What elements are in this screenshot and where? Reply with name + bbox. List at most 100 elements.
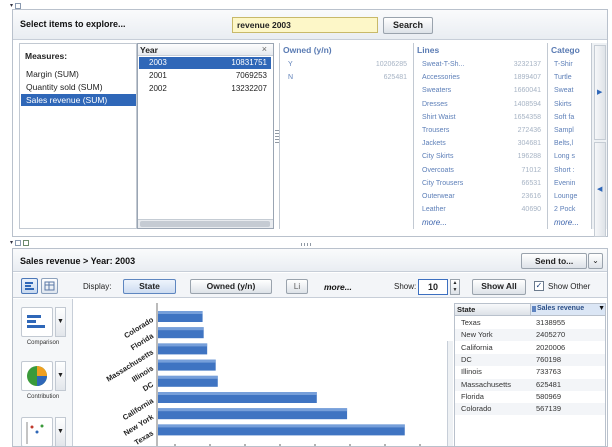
year-horizontal-scrollbar[interactable] — [138, 219, 273, 228]
table-header-sales-revenue[interactable]: Sales revenue ▼ — [530, 304, 605, 315]
show-count-stepper[interactable]: ▲ ▼ — [450, 279, 460, 295]
facet-row-label[interactable]: Overcoats — [422, 165, 454, 177]
lines-facet-title[interactable]: Lines — [417, 45, 439, 55]
facet-row-label[interactable]: Sweaters — [422, 85, 451, 97]
search-input[interactable] — [232, 17, 378, 33]
maximize-icon[interactable] — [15, 240, 22, 246]
table-row[interactable]: New York 2405270 — [455, 329, 605, 342]
chart-view-button[interactable] — [21, 278, 38, 294]
table-cell-state: Massachusetts — [461, 379, 512, 389]
bar-chart-area: Colorado Florida Massachusetts Illinois DC Ca… — [74, 299, 449, 446]
table-scrollbar[interactable] — [447, 341, 453, 446]
category-facet-title[interactable]: Catego — [551, 45, 580, 55]
show-count-input[interactable]: 10 — [418, 279, 448, 295]
scatter-chart-icon — [26, 422, 44, 444]
facet-row-label[interactable]: Y — [288, 59, 293, 71]
measure-item-margin[interactable]: Margin (SUM) — [21, 68, 136, 80]
scroll-left-button[interactable]: ◀ — [594, 142, 606, 237]
facet-row-value: 71012 — [521, 166, 541, 174]
facet-row-label[interactable]: N — [288, 72, 293, 84]
show-other-checkbox[interactable]: ✓ — [534, 281, 544, 291]
contribution-chart-button[interactable] — [21, 361, 53, 391]
display-state-button[interactable]: State — [123, 279, 176, 294]
facet-row-value: 272436 — [517, 127, 541, 134]
year-row[interactable]: 2003 10831751 — [139, 57, 271, 69]
facet-row-label[interactable]: T-Shir — [554, 59, 573, 71]
facet-row-label[interactable]: Sweat — [554, 85, 573, 97]
scatter-chart-button[interactable] — [21, 417, 53, 446]
facet-row-label[interactable]: Accessories — [422, 72, 460, 84]
maximize-icon[interactable] — [15, 2, 22, 9]
facet-row-label[interactable]: Long s — [554, 151, 575, 163]
table-row[interactable]: California 2020006 — [455, 342, 605, 354]
facet-row-label[interactable]: City Skirts — [422, 151, 454, 163]
table-row[interactable]: Colorado 567139 — [455, 403, 605, 416]
panel-resize-grip[interactable] — [301, 243, 313, 246]
table-row[interactable]: Florida 580969 — [455, 391, 605, 403]
facet-row-label[interactable]: Belts,l — [554, 138, 573, 150]
facet-row-label[interactable]: City Trousers — [422, 178, 463, 190]
facet-row-label[interactable]: Trousers — [422, 125, 449, 137]
comparison-dropdown[interactable]: ▼ — [55, 307, 66, 337]
facet-row-value: 1660041 — [513, 87, 541, 95]
facet-row-label[interactable]: Shirt Waist — [422, 112, 456, 124]
facet-row-label[interactable]: Turtle — [554, 72, 572, 84]
scroll-right-button[interactable]: ▶ — [594, 45, 606, 140]
send-to-dropdown[interactable]: ⌄ — [588, 253, 603, 269]
scatter-dropdown[interactable]: ▼ — [55, 417, 66, 446]
comparison-chart-button[interactable] — [21, 307, 53, 337]
table-cell-state: California — [461, 342, 493, 352]
table-row[interactable]: Massachusetts 625481 — [455, 378, 605, 391]
facet-row-label[interactable]: 2 Pock — [554, 204, 575, 216]
facet-row-label[interactable]: Evenin — [554, 178, 575, 190]
year-label: 2002 — [149, 84, 167, 93]
table-row[interactable]: DC 760198 — [455, 353, 605, 366]
display-owned-button[interactable]: Owned (y/n) — [190, 279, 272, 294]
sort-descending-icon[interactable]: ▼ — [598, 305, 605, 312]
show-all-button[interactable]: Show All — [472, 279, 526, 295]
year-row[interactable]: 2001 7069253 — [139, 70, 271, 82]
facet-row-label[interactable]: Short : — [554, 165, 575, 177]
measure-item-quantity-sold[interactable]: Quantity sold (SUM) — [21, 81, 136, 93]
year-row[interactable]: 2002 13232207 — [139, 83, 271, 95]
collapse-arrow-icon[interactable]: ▾ — [10, 3, 13, 9]
facet-row-label[interactable]: Lounge — [554, 191, 577, 203]
analysis-collapse-controls: ▾ — [10, 239, 30, 247]
display-more-link[interactable]: more... — [324, 282, 352, 292]
facet-row-label[interactable]: Skirts — [554, 99, 572, 111]
facet-row-label[interactable]: Sweat-T-Sh... — [422, 59, 464, 71]
table-view-button[interactable] — [41, 278, 58, 294]
category-more-link[interactable]: more... — [554, 218, 579, 227]
collapse-arrow-icon[interactable]: ▾ — [10, 240, 13, 246]
stepper-up-icon[interactable]: ▲ — [451, 280, 459, 287]
bar-highlight — [158, 392, 317, 395]
facet-row-label[interactable]: Soft fa — [554, 112, 574, 124]
chart-view-icon — [25, 282, 34, 290]
send-to-button[interactable]: Send to... — [521, 253, 587, 269]
bar-highlight — [158, 375, 218, 379]
contribution-dropdown[interactable]: ▼ — [55, 361, 66, 391]
table-cell-sales-revenue: 3138955 — [536, 318, 566, 327]
display-lines-button[interactable]: Li — [286, 279, 308, 294]
close-icon[interactable]: × — [262, 44, 267, 54]
owned-facet-title[interactable]: Owned (y/n) — [283, 45, 332, 55]
scrollbar-thumb[interactable] — [140, 221, 270, 227]
year-facet: Year × 2003 10831751 2001 7069253 2002 1… — [137, 43, 274, 229]
category-facet: Catego T-Shir Turtle Sweat Skirts Soft fa Sam… — [547, 43, 591, 229]
table-row[interactable]: Illinois 733763 — [455, 366, 605, 378]
measures-title: Measures: — [25, 51, 68, 61]
lines-more-link[interactable]: more... — [422, 218, 447, 227]
year-label: 2003 — [149, 58, 167, 67]
measure-item-sales-revenue[interactable]: Sales revenue (SUM) — [21, 94, 136, 106]
bar-highlight — [158, 408, 348, 412]
stepper-down-icon[interactable]: ▼ — [451, 287, 459, 294]
facet-row-label[interactable]: Jackets — [422, 138, 446, 150]
facet-row-label[interactable]: Leather — [422, 204, 446, 216]
facet-row-label[interactable]: Sampl — [554, 125, 574, 137]
facet-row-label[interactable]: Outerwear — [422, 191, 455, 203]
chart-mode-icon[interactable] — [23, 240, 30, 246]
search-button[interactable]: Search — [383, 17, 433, 34]
facet-row-label[interactable]: Dresses — [422, 99, 448, 111]
table-header-state[interactable]: State — [457, 305, 475, 314]
table-row[interactable]: Texas 3138955 — [455, 317, 605, 329]
